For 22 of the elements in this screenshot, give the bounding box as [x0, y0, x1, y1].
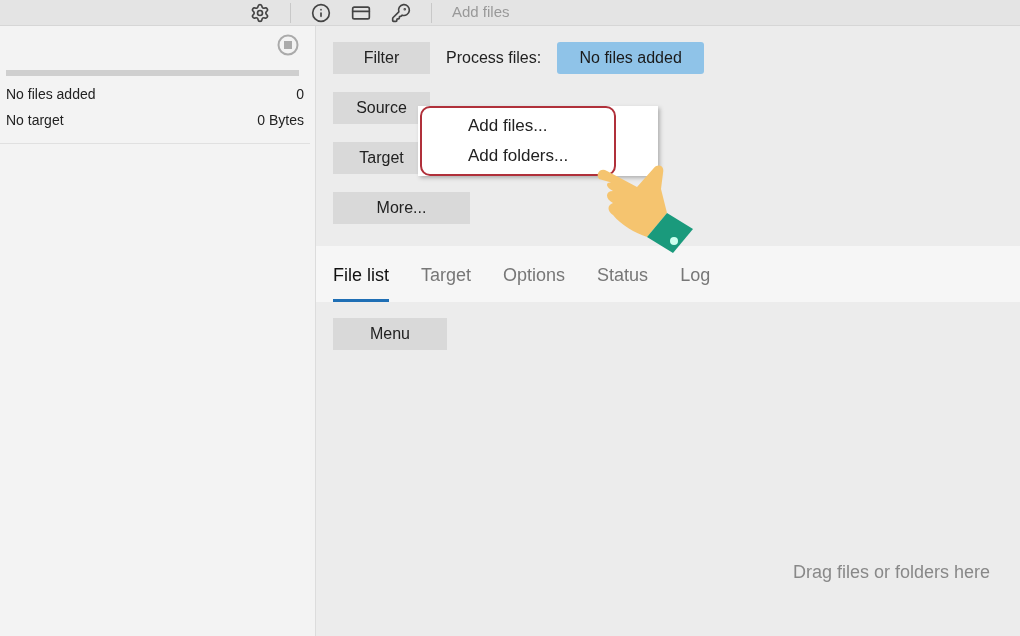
dropdown-button[interactable]: Source	[333, 92, 430, 124]
status-label: No target	[6, 111, 64, 130]
status-value: 0 Bytes	[257, 111, 304, 130]
status-label: No files added	[6, 85, 96, 104]
toolbar-label: Add files	[452, 2, 510, 23]
tab[interactable]: Target	[421, 262, 472, 302]
more-button[interactable]: More...	[333, 192, 470, 224]
tab[interactable]: File list	[333, 262, 389, 302]
process-files-badge: No files added	[557, 42, 705, 74]
tab[interactable]: Options	[503, 262, 566, 302]
tab[interactable]: Log	[680, 262, 711, 302]
status-value: 0	[296, 85, 304, 104]
menu-item[interactable]: Add files...	[468, 115, 614, 137]
menu-item[interactable]: Add folders...	[468, 145, 614, 167]
tab[interactable]: Status	[597, 262, 649, 302]
key-icon[interactable]	[391, 2, 411, 23]
menu-button[interactable]: Menu	[333, 318, 447, 350]
empty-hint: Drag files or folders here	[792, 561, 990, 584]
settings-icon[interactable]	[250, 2, 270, 23]
filter-button[interactable]: Filter	[333, 42, 430, 74]
info-icon[interactable]	[311, 2, 331, 23]
process-files-label: Process files:	[446, 48, 542, 68]
